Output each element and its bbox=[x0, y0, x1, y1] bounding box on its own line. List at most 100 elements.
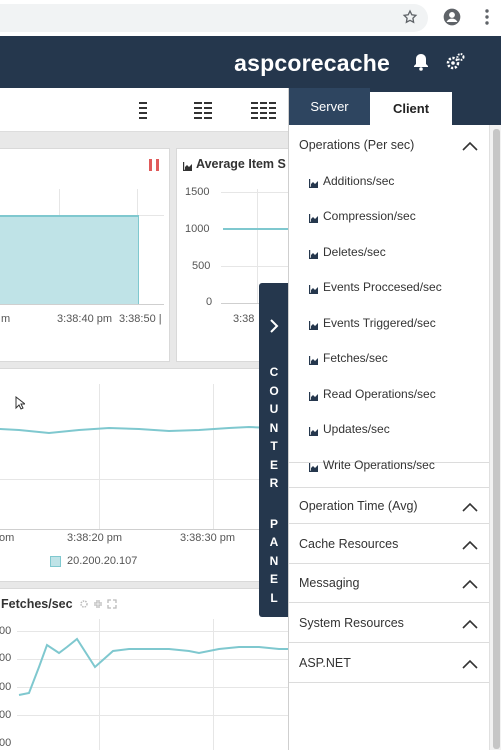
x-axis-line bbox=[0, 529, 297, 530]
x-axis-line bbox=[0, 304, 164, 305]
account-icon[interactable] bbox=[441, 6, 463, 28]
counter-item-label: Additions/sec bbox=[323, 174, 395, 188]
pause-icon[interactable] bbox=[148, 158, 160, 172]
chart-icon bbox=[309, 461, 318, 472]
y-tick-label: 0 bbox=[206, 296, 213, 308]
mouse-cursor-icon bbox=[15, 395, 27, 410]
panel-scrollbar[interactable] bbox=[489, 125, 501, 750]
section-cache-resources: Cache Resources bbox=[289, 524, 489, 564]
chart-card-fetches: Fetches/sec 00 00 00 00 00 bbox=[0, 588, 297, 750]
star-icon[interactable] bbox=[399, 6, 421, 28]
section-title[interactable]: Operation Time (Avg) bbox=[299, 499, 418, 513]
line-series bbox=[223, 228, 297, 230]
counter-item[interactable]: Compression/sec bbox=[309, 209, 416, 223]
layout-one-column-icon[interactable] bbox=[129, 98, 157, 122]
chart-card-top-left: m 3:38:40 pm 3:38:50 | bbox=[0, 148, 170, 362]
chevron-right-icon[interactable] bbox=[265, 317, 283, 335]
gridline bbox=[17, 715, 297, 716]
section-title[interactable]: Messaging bbox=[299, 576, 359, 590]
label-letter: N bbox=[269, 553, 279, 568]
x-tick-label: 3:38 bbox=[233, 313, 255, 325]
gridline bbox=[213, 384, 214, 529]
counter-item[interactable]: Read Operations/sec bbox=[309, 387, 436, 401]
section-system-resources: System Resources bbox=[289, 603, 489, 643]
layout-three-column-icon[interactable] bbox=[249, 98, 277, 122]
counter-item-label: Updates/sec bbox=[323, 422, 390, 436]
x-tick-label: 3:38:20 pm bbox=[67, 532, 123, 544]
app-header: aspcorecache bbox=[0, 36, 501, 88]
gridline bbox=[221, 192, 297, 193]
counter-panel: Server Client Operations (Per sec) Addit… bbox=[288, 88, 501, 750]
counter-item-label: Write Operations/sec bbox=[323, 458, 435, 472]
counter-item-label: Events Proccesed/sec bbox=[323, 280, 442, 294]
section-title[interactable]: Cache Resources bbox=[299, 537, 398, 551]
tab-client[interactable]: Client bbox=[370, 91, 452, 125]
scrollbar-thumb[interactable] bbox=[493, 129, 500, 749]
counter-panel-toggle[interactable]: C O U N T E R P A N E L bbox=[259, 283, 289, 617]
section-title[interactable]: Operations (Per sec) bbox=[299, 138, 414, 152]
section-aspnet: ASP.NET bbox=[289, 643, 489, 683]
tab-server[interactable]: Server bbox=[289, 88, 370, 125]
counter-item[interactable]: Write Operations/sec bbox=[309, 458, 435, 472]
area-series bbox=[0, 215, 139, 304]
chevron-up-icon[interactable] bbox=[461, 539, 479, 553]
counter-item-label: Fetches/sec bbox=[323, 351, 388, 365]
y-tick-label: 1000 bbox=[185, 223, 210, 235]
layout-two-column-icon[interactable] bbox=[189, 98, 217, 122]
section-title[interactable]: System Resources bbox=[299, 616, 404, 630]
chevron-up-icon[interactable] bbox=[461, 618, 479, 632]
counter-item[interactable]: Deletes/sec bbox=[309, 245, 386, 259]
label-letter: A bbox=[269, 535, 279, 549]
bell-icon[interactable] bbox=[410, 51, 432, 73]
chevron-up-icon[interactable] bbox=[461, 578, 479, 592]
counter-item-label: Events Triggered/sec bbox=[323, 316, 436, 330]
app-title: aspcorecache bbox=[234, 50, 390, 76]
chart-icon bbox=[309, 212, 318, 223]
section-messaging: Messaging bbox=[289, 564, 489, 603]
label-letter: C bbox=[269, 365, 279, 379]
label-letter: U bbox=[269, 402, 279, 416]
y-tick-label: 00 bbox=[0, 737, 12, 749]
section-operations: Operations (Per sec) Additions/sec Compr… bbox=[289, 125, 489, 472]
gridline bbox=[0, 479, 297, 480]
label-gap bbox=[259, 493, 289, 515]
browser-toolbar bbox=[0, 0, 501, 36]
x-tick-label: m bbox=[1, 313, 11, 325]
chart-icon bbox=[309, 177, 318, 188]
gridline bbox=[221, 266, 297, 267]
section-title[interactable]: ASP.NET bbox=[299, 656, 351, 670]
line-series bbox=[18, 637, 297, 696]
chevron-up-icon[interactable] bbox=[461, 140, 479, 154]
gridline bbox=[99, 384, 100, 529]
x-tick-label: 3:38:30 pm bbox=[180, 532, 236, 544]
counter-item[interactable]: Additions/sec bbox=[309, 174, 394, 188]
counter-item-label: Read Operations/sec bbox=[323, 387, 436, 401]
label-letter: R bbox=[269, 476, 279, 490]
label-letter: P bbox=[269, 516, 278, 531]
label-letter: E bbox=[269, 572, 278, 586]
chart-icon bbox=[183, 160, 192, 171]
y-tick-label: 500 bbox=[192, 260, 211, 272]
x-tick-label: 3:38:40 pm bbox=[57, 313, 113, 325]
counter-item[interactable]: Events Proccesed/sec bbox=[309, 280, 442, 294]
more-vert-icon[interactable] bbox=[476, 6, 498, 28]
settings-icon[interactable] bbox=[444, 51, 466, 73]
chevron-up-icon[interactable] bbox=[461, 658, 479, 672]
legend-swatch bbox=[50, 556, 61, 567]
label-letter: T bbox=[270, 439, 278, 453]
panel-tabs: Server Client bbox=[289, 88, 501, 125]
counter-item[interactable]: Updates/sec bbox=[309, 422, 390, 436]
counter-item-label: Compression/sec bbox=[323, 209, 416, 223]
chart-icon bbox=[309, 319, 318, 330]
address-bar[interactable] bbox=[0, 4, 428, 32]
counter-item[interactable]: Events Triggered/sec bbox=[309, 316, 436, 330]
label-letter: E bbox=[269, 457, 278, 472]
chevron-up-icon[interactable] bbox=[461, 501, 479, 515]
legend-label[interactable]: 20.200.20.107 bbox=[67, 555, 137, 567]
chart-card-middle: om 3:38:20 pm 3:38:30 pm 20.200.20.107 bbox=[0, 368, 297, 582]
gridline bbox=[257, 189, 258, 304]
x-tick-label: 3:38:50 | bbox=[119, 313, 162, 325]
x-tick-label: om bbox=[0, 532, 15, 544]
label-letter: L bbox=[270, 590, 278, 605]
counter-item[interactable]: Fetches/sec bbox=[309, 351, 388, 365]
